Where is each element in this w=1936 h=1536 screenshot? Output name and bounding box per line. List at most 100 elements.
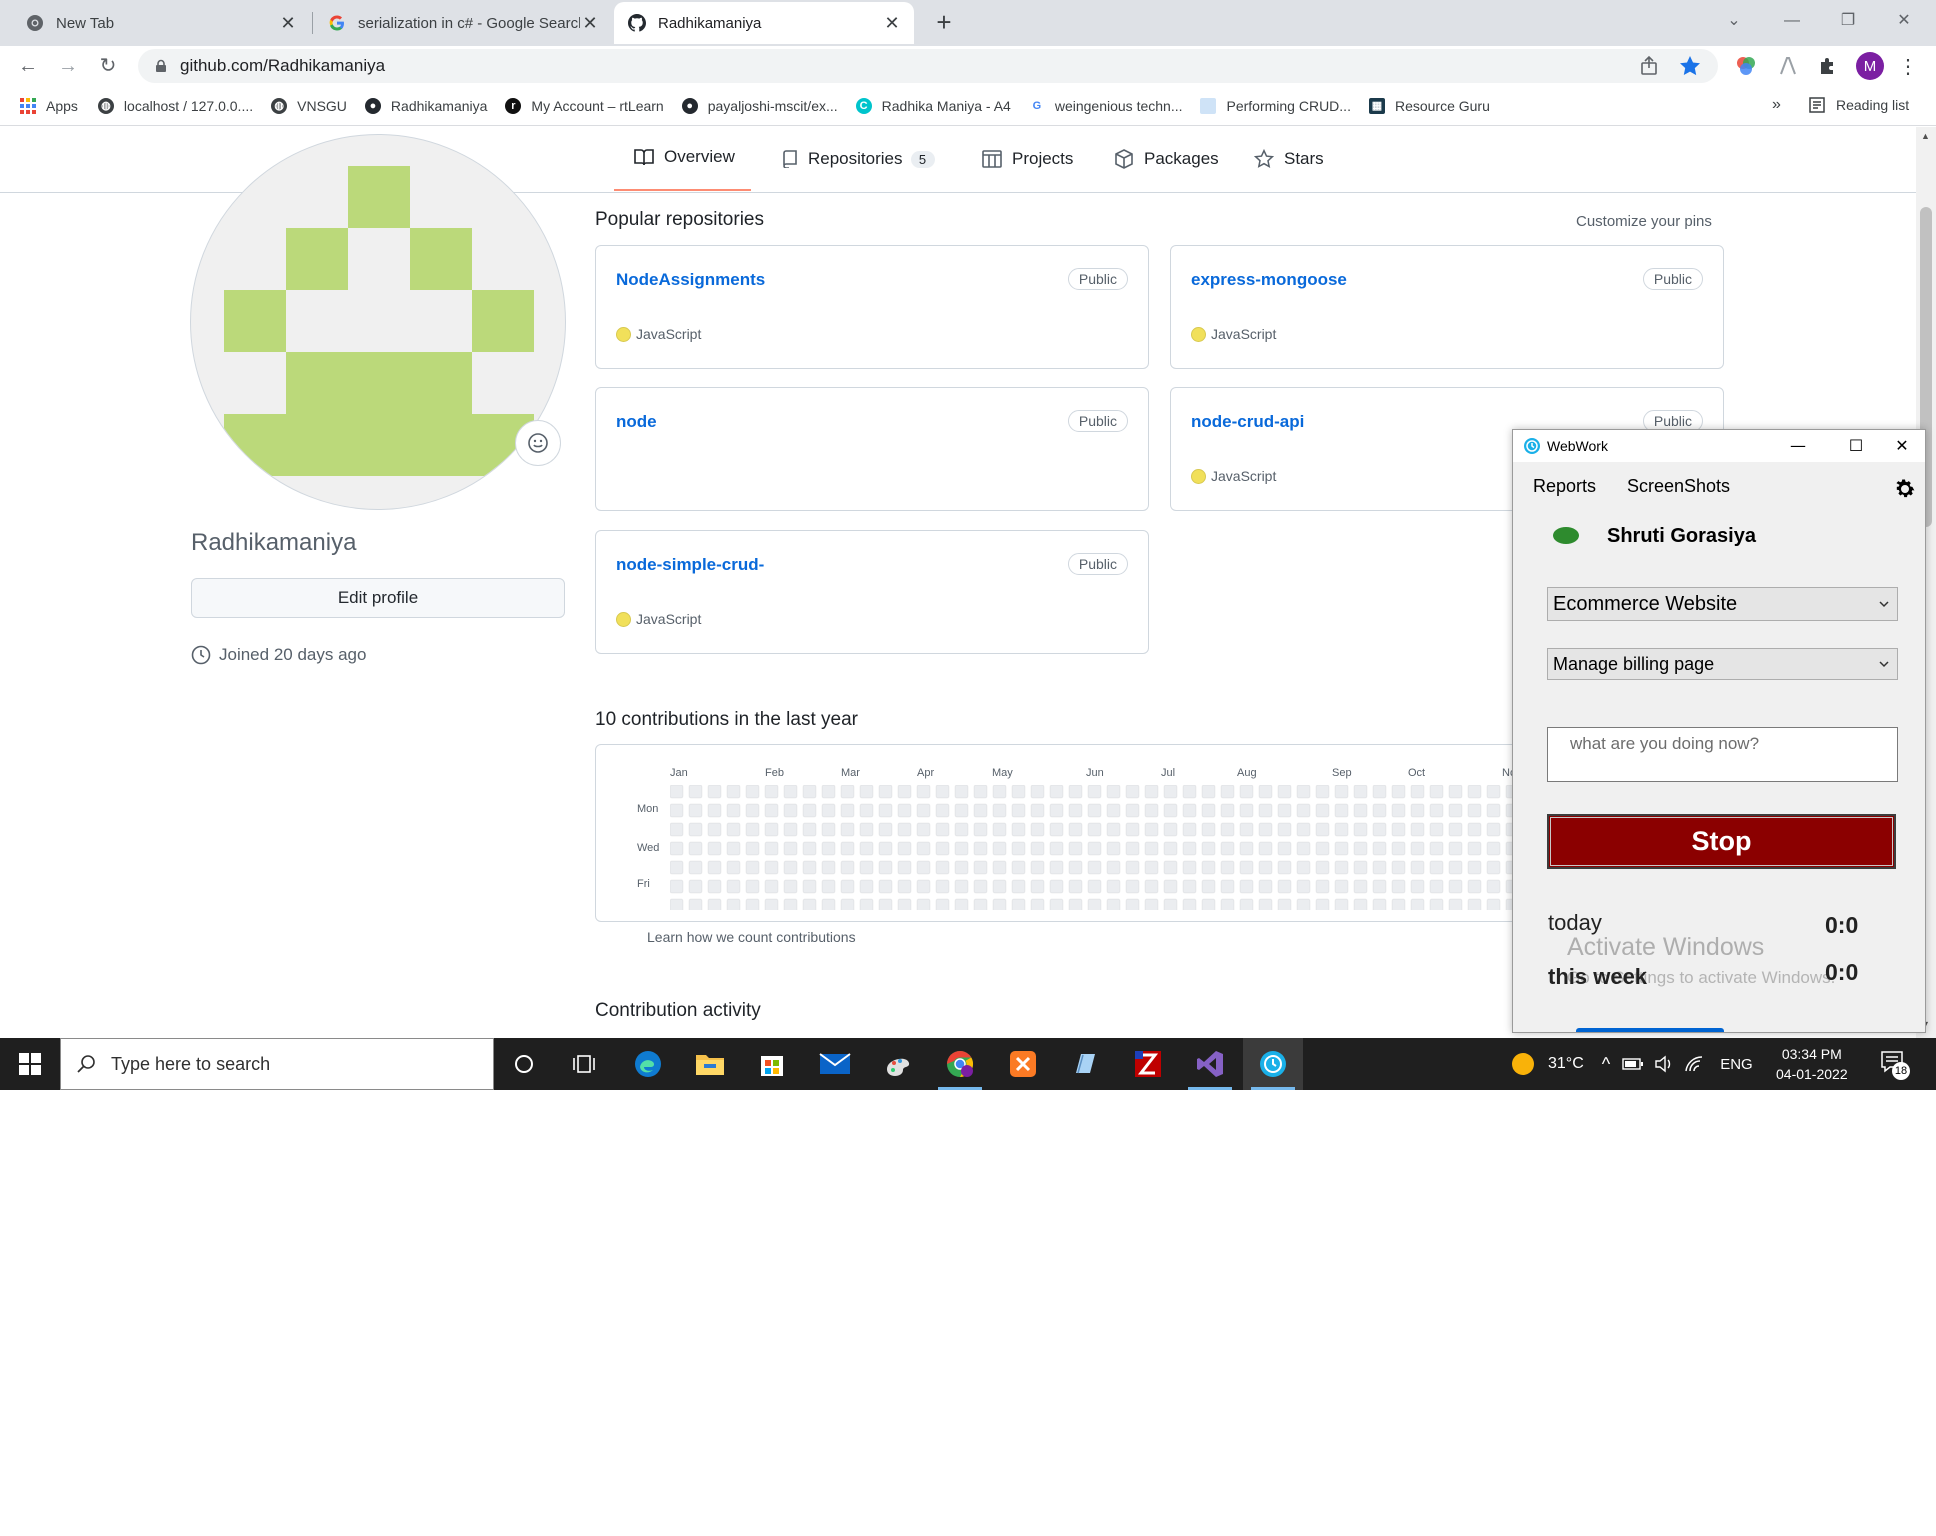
contribution-day[interactable] bbox=[745, 841, 760, 856]
close-tab-icon[interactable]: ✕ bbox=[278, 13, 298, 33]
contribution-day[interactable] bbox=[1011, 785, 1026, 799]
contribution-day[interactable] bbox=[1239, 860, 1254, 875]
bookmark-star-icon[interactable] bbox=[1678, 54, 1702, 83]
edit-profile-button[interactable]: Edit profile bbox=[191, 578, 565, 618]
contribution-day[interactable] bbox=[1296, 822, 1311, 837]
contribution-day[interactable] bbox=[745, 860, 760, 875]
contribution-day[interactable] bbox=[897, 841, 912, 856]
contribution-day[interactable] bbox=[1372, 860, 1387, 875]
contribution-day[interactable] bbox=[916, 803, 931, 818]
menu-reports[interactable]: Reports bbox=[1533, 476, 1596, 497]
contribution-day[interactable] bbox=[1144, 841, 1159, 856]
contribution-day[interactable] bbox=[1448, 841, 1463, 856]
contribution-day[interactable] bbox=[1372, 822, 1387, 837]
contribution-day[interactable] bbox=[1467, 841, 1482, 856]
webwork-maximize-icon[interactable]: ☐ bbox=[1833, 430, 1879, 462]
contribution-day[interactable] bbox=[1087, 785, 1102, 799]
contribution-day[interactable] bbox=[1220, 898, 1235, 910]
contribution-day[interactable] bbox=[1296, 841, 1311, 856]
contribution-day[interactable] bbox=[1106, 822, 1121, 837]
contribution-day[interactable] bbox=[1030, 860, 1045, 875]
contribution-day[interactable] bbox=[992, 785, 1007, 799]
contribution-day[interactable] bbox=[688, 860, 703, 875]
contribution-day[interactable] bbox=[1163, 898, 1178, 910]
contribution-day[interactable] bbox=[1353, 898, 1368, 910]
contribution-day[interactable] bbox=[859, 822, 874, 837]
contribution-day[interactable] bbox=[859, 879, 874, 894]
contribution-day[interactable] bbox=[821, 841, 836, 856]
contribution-day[interactable] bbox=[1467, 803, 1482, 818]
contribution-day[interactable] bbox=[1334, 822, 1349, 837]
contribution-day[interactable] bbox=[688, 841, 703, 856]
contribution-day[interactable] bbox=[878, 803, 893, 818]
contribution-day[interactable] bbox=[878, 860, 893, 875]
contribution-day[interactable] bbox=[1087, 841, 1102, 856]
color-extension-icon[interactable] bbox=[1734, 54, 1758, 78]
bookmark-canva[interactable]: C Radhika Maniya - A4 bbox=[855, 97, 1011, 114]
menu-kebab-icon[interactable]: ⋮ bbox=[1896, 54, 1920, 78]
contribution-day[interactable] bbox=[1049, 803, 1064, 818]
contribution-day[interactable] bbox=[1391, 803, 1406, 818]
contribution-day[interactable] bbox=[707, 860, 722, 875]
contribution-day[interactable] bbox=[745, 879, 760, 894]
contribution-day[interactable] bbox=[1011, 803, 1026, 818]
contribution-day[interactable] bbox=[1258, 803, 1273, 818]
contribution-day[interactable] bbox=[1201, 860, 1216, 875]
contribution-day[interactable] bbox=[1030, 803, 1045, 818]
contribution-day[interactable] bbox=[1467, 898, 1482, 910]
contribution-day[interactable] bbox=[916, 841, 931, 856]
contribution-day[interactable] bbox=[1334, 860, 1349, 875]
contribution-day[interactable] bbox=[1163, 879, 1178, 894]
repo-name-link[interactable]: node-crud-api bbox=[1191, 412, 1304, 432]
contribution-day[interactable] bbox=[1429, 822, 1444, 837]
contribution-day[interactable] bbox=[764, 785, 779, 799]
contribution-day[interactable] bbox=[992, 803, 1007, 818]
repo-name-link[interactable]: node bbox=[616, 412, 657, 432]
contribution-day[interactable] bbox=[1106, 785, 1121, 799]
contribution-day[interactable] bbox=[1049, 822, 1064, 837]
contribution-day[interactable] bbox=[1239, 841, 1254, 856]
contribution-day[interactable] bbox=[1334, 898, 1349, 910]
contribution-day[interactable] bbox=[1087, 803, 1102, 818]
contribution-day[interactable] bbox=[954, 785, 969, 799]
bookmark-performing-crud[interactable]: Performing CRUD... bbox=[1200, 97, 1351, 114]
contribution-day[interactable] bbox=[973, 841, 988, 856]
contribution-day[interactable] bbox=[783, 822, 798, 837]
action-center-button[interactable]: 18 bbox=[1880, 1050, 1910, 1080]
contribution-day[interactable] bbox=[1030, 898, 1045, 910]
weather-sun-icon[interactable] bbox=[1510, 1051, 1536, 1077]
contribution-day[interactable] bbox=[1467, 879, 1482, 894]
contribution-day[interactable] bbox=[1220, 879, 1235, 894]
contribution-day[interactable] bbox=[859, 860, 874, 875]
contribution-day[interactable] bbox=[726, 879, 741, 894]
contribution-day[interactable] bbox=[745, 785, 760, 799]
contribution-day[interactable] bbox=[1258, 822, 1273, 837]
contribution-day[interactable] bbox=[821, 860, 836, 875]
contribution-day[interactable] bbox=[1315, 841, 1330, 856]
contribution-day[interactable] bbox=[1334, 803, 1349, 818]
contribution-day[interactable] bbox=[1296, 785, 1311, 799]
contribution-day[interactable] bbox=[1106, 879, 1121, 894]
contribution-day[interactable] bbox=[1068, 785, 1083, 799]
contribution-day[interactable] bbox=[1353, 860, 1368, 875]
contribution-day[interactable] bbox=[1030, 841, 1045, 856]
contribution-day[interactable] bbox=[1125, 785, 1140, 799]
bookmark-vnsgu[interactable]: ◍ VNSGU bbox=[271, 97, 347, 114]
bookmark-payaljoshi[interactable]: ● payaljoshi-mscit/ex... bbox=[681, 97, 838, 114]
contribution-day[interactable] bbox=[1182, 860, 1197, 875]
contribution-day[interactable] bbox=[726, 803, 741, 818]
contribution-day[interactable] bbox=[1087, 898, 1102, 910]
contribution-day[interactable] bbox=[973, 822, 988, 837]
contribution-day[interactable] bbox=[840, 860, 855, 875]
contribution-day[interactable] bbox=[1277, 785, 1292, 799]
contribution-day[interactable] bbox=[1220, 785, 1235, 799]
contribution-day[interactable] bbox=[1125, 860, 1140, 875]
contribution-day[interactable] bbox=[897, 879, 912, 894]
repo-name-link[interactable]: NodeAssignments bbox=[616, 270, 765, 290]
contribution-day[interactable] bbox=[1410, 841, 1425, 856]
contribution-day[interactable] bbox=[1486, 785, 1501, 799]
contribution-day[interactable] bbox=[764, 803, 779, 818]
contribution-day[interactable] bbox=[897, 822, 912, 837]
contribution-day[interactable] bbox=[688, 803, 703, 818]
contribution-day[interactable] bbox=[1353, 803, 1368, 818]
